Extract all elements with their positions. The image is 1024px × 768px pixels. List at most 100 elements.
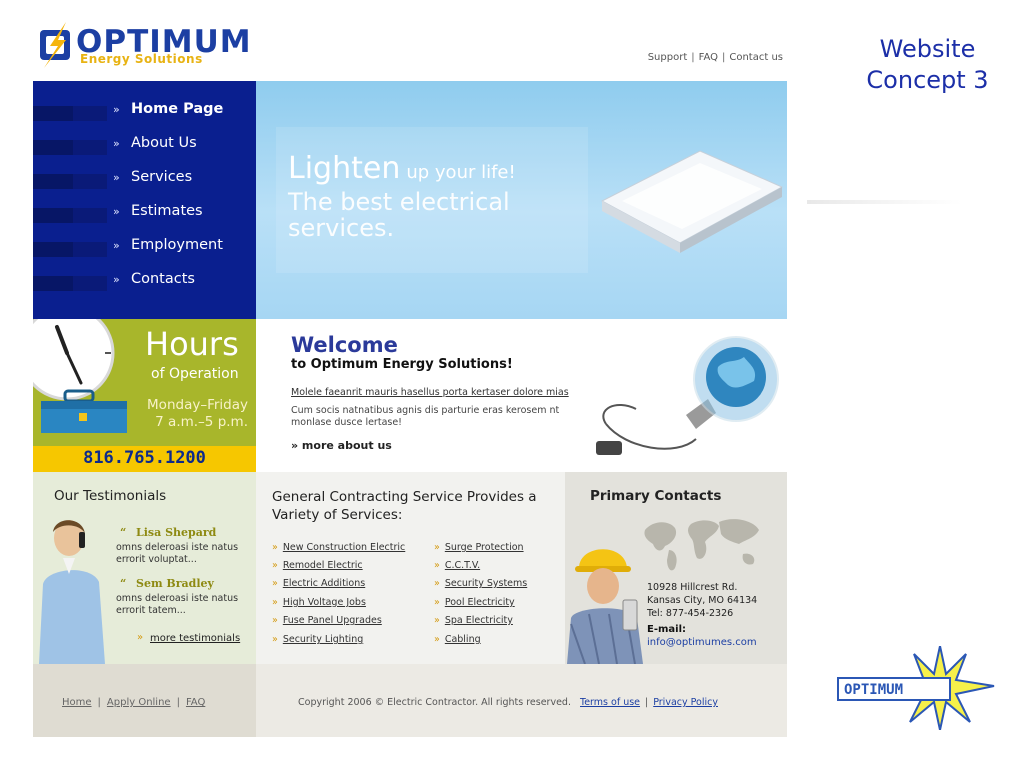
hero-banner: Lighten up your life! The best electrical… (256, 81, 787, 319)
electrician-image (567, 549, 643, 664)
separator: | (691, 52, 695, 63)
address-line: Kansas City, MO 64134 (647, 595, 758, 606)
service-link[interactable]: » Spa Electricity (434, 615, 513, 626)
service-label: Spa Electricity (444, 615, 513, 626)
chevron-right-icon: » (272, 597, 278, 608)
phone-bar: 816.765.1200 (33, 446, 256, 472)
nav-item-home[interactable]: » Home Page (33, 101, 256, 125)
chevron-right-icon: » (113, 171, 120, 184)
brand-logo[interactable]: OPTIMUM Energy Solutions (36, 22, 251, 70)
support-link[interactable]: Support (648, 52, 688, 63)
chevron-right-icon: » (272, 634, 278, 645)
footer-links: Home | Apply Online | FAQ (62, 697, 205, 708)
nav-stub (33, 242, 73, 257)
slide-title: Website Concept 3 (866, 35, 989, 94)
faq-link[interactable]: FAQ (699, 52, 718, 63)
service-link[interactable]: » Security Systems (434, 578, 527, 589)
footer-apply-link[interactable]: Apply Online (107, 697, 171, 708)
footer-copyright-panel: Copyright 2006 © Electric Contractor. Al… (256, 664, 787, 737)
nav-stub (73, 276, 107, 291)
nav-stub (73, 208, 107, 223)
address-line: 10928 Hillcrest Rd. (647, 582, 738, 593)
service-link[interactable]: » Fuse Panel Upgrades (272, 615, 382, 626)
chevron-right-icon: » (434, 597, 440, 608)
testimonial-name: Sem Bradley (136, 577, 214, 590)
hours-subtitle: of Operation (151, 366, 239, 382)
service-link[interactable]: » New Construction Electric (272, 542, 405, 553)
nav-stub (73, 242, 107, 257)
separator: | (721, 52, 726, 63)
chevron-right-icon: » (434, 542, 440, 553)
more-testimonials-link[interactable]: more testimonials (150, 633, 240, 644)
nav-item-estimates[interactable]: » Estimates (33, 203, 256, 227)
welcome-title: Welcome (291, 333, 398, 357)
service-link[interactable]: » Remodel Electric (272, 560, 363, 571)
nav-stub (73, 106, 107, 121)
nav-item-label: Contacts (131, 271, 195, 287)
chevron-right-icon: » (113, 205, 120, 218)
toolbox-icon (41, 389, 127, 433)
service-link[interactable]: » High Voltage Jobs (272, 597, 366, 608)
phone-number[interactable]: 816.765.1200 (33, 448, 256, 468)
chevron-right-icon: » (434, 615, 440, 626)
chevron-right-icon: » (113, 103, 120, 116)
welcome-link[interactable]: Molele faeanrit mauris hasellus porta ke… (291, 387, 569, 398)
service-label: Electric Additions (282, 578, 366, 589)
nav-item-services[interactable]: » Services (33, 169, 256, 193)
nav-item-contacts[interactable]: » Contacts (33, 271, 256, 295)
contacts-panel: Primary Contacts 10928 Hillcrest Rd. Kan… (565, 472, 787, 664)
email-link[interactable]: info@optimumes.com (647, 637, 757, 648)
contacts-heading: Primary Contacts (590, 488, 722, 504)
testimonial-text: omns deleroasi iste natus errorit tatem.… (116, 593, 239, 616)
services-heading: General Contracting Service Provides a V… (272, 489, 537, 523)
service-link[interactable]: » Cabling (434, 634, 481, 645)
main-nav: » Home Page » About Us » Services » Esti… (33, 81, 256, 319)
mini-logo-text: OPTIMUM (844, 682, 903, 698)
copyright: Copyright 2006 © Electric Contractor. Al… (298, 697, 718, 708)
footer-links-panel: Home | Apply Online | FAQ (33, 664, 256, 737)
footer-faq-link[interactable]: FAQ (186, 697, 205, 708)
nav-stub (73, 140, 107, 155)
hours-days: Monday–Friday (147, 397, 248, 413)
services-panel: General Contracting Service Provides a V… (256, 472, 565, 664)
service-link[interactable]: » Security Lighting (272, 634, 363, 645)
nav-item-label: Employment (131, 237, 223, 253)
welcome-subtitle: to Optimum Energy Solutions! (291, 357, 513, 372)
nav-item-label: Services (131, 169, 193, 185)
testimonials-heading: Our Testimonials (54, 488, 167, 504)
service-label: New Construction Electric (282, 542, 406, 553)
separator: | (176, 697, 180, 708)
contact-us-link[interactable]: Contact us (729, 52, 783, 63)
separator: | (97, 697, 101, 708)
terms-link[interactable]: Terms of use (580, 697, 640, 708)
more-about-us-link[interactable]: » more about us (291, 439, 392, 452)
nav-item-employment[interactable]: » Employment (33, 237, 256, 261)
chevron-right-icon: » (113, 137, 120, 150)
chevron-right-icon: » (434, 634, 440, 645)
globe-bulb-image (596, 336, 779, 455)
nav-item-about[interactable]: » About Us (33, 135, 256, 159)
welcome-body: Cum socis natnatibus agnis dis parturie … (291, 405, 560, 428)
separator: | (645, 697, 649, 708)
decorative-streak (807, 200, 962, 204)
nav-stub (33, 208, 73, 223)
service-label: Pool Electricity (444, 597, 515, 608)
nav-item-label: Home Page (131, 101, 224, 117)
service-label: High Voltage Jobs (282, 597, 366, 608)
service-link[interactable]: » Surge Protection (434, 542, 524, 553)
service-label: Fuse Panel Upgrades (282, 615, 382, 626)
hours-time: 7 a.m.–5 p.m. (155, 414, 248, 430)
service-link[interactable]: » C.C.T.V. (434, 560, 480, 571)
footer-home-link[interactable]: Home (62, 697, 92, 708)
service-link[interactable]: » Pool Electricity (434, 597, 515, 608)
email-label: E-mail: (647, 624, 687, 635)
quote-icon: “ (120, 577, 127, 590)
service-label: Security Systems (444, 578, 528, 589)
service-label: Cabling (444, 634, 481, 645)
testimonials-panel: Our Testimonials “ Lisa Shepard omns del… (33, 472, 256, 664)
chevron-right-icon: » (137, 632, 144, 643)
light-fixture-image (600, 150, 784, 253)
service-label: Surge Protection (444, 542, 524, 553)
service-link[interactable]: » Electric Additions (272, 578, 365, 589)
privacy-link[interactable]: Privacy Policy (653, 697, 718, 708)
